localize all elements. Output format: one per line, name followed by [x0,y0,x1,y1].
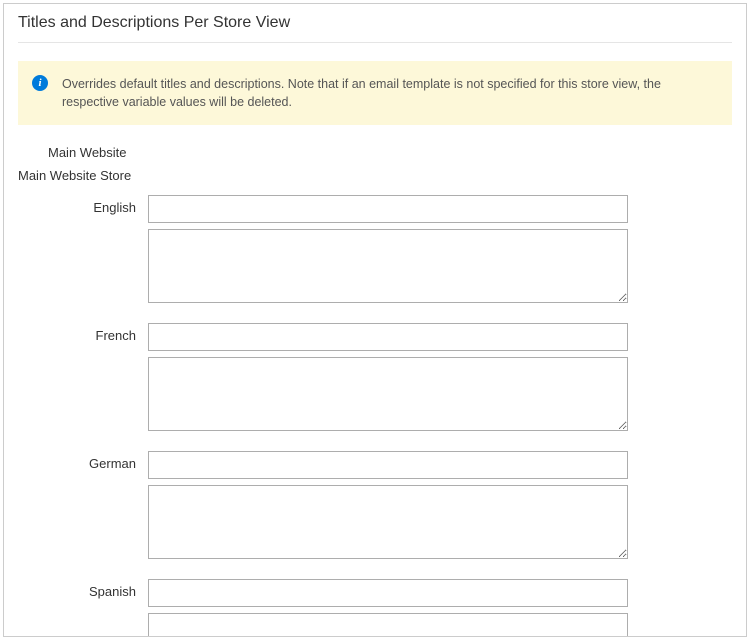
section-title: Titles and Descriptions Per Store View [18,14,732,43]
description-textarea-english[interactable] [148,229,628,303]
title-input-french[interactable] [148,323,628,351]
field-inputs [148,195,628,317]
field-inputs [148,323,628,445]
description-textarea-french[interactable] [148,357,628,431]
description-textarea-spanish[interactable] [148,613,628,637]
info-message-text: Overrides default titles and description… [62,75,718,111]
description-textarea-german[interactable] [148,485,628,559]
info-message-box: i Overrides default titles and descripti… [18,61,732,125]
store-label: Main Website Store [18,168,732,183]
store-view-row: Spanish [18,579,732,637]
store-view-row: French [18,323,732,445]
field-inputs [148,579,628,637]
field-inputs [148,451,628,573]
store-view-row: English [18,195,732,317]
scope-hierarchy: Main Website Main Website Store English … [18,145,732,637]
title-input-english[interactable] [148,195,628,223]
store-view-label-german: German [18,451,148,471]
website-label: Main Website [18,145,732,160]
title-input-spanish[interactable] [148,579,628,607]
title-input-german[interactable] [148,451,628,479]
store-view-label-spanish: Spanish [18,579,148,599]
titles-descriptions-panel: Titles and Descriptions Per Store View i… [3,3,747,637]
store-view-row: German [18,451,732,573]
store-view-label-english: English [18,195,148,215]
info-icon: i [32,75,48,91]
store-view-label-french: French [18,323,148,343]
